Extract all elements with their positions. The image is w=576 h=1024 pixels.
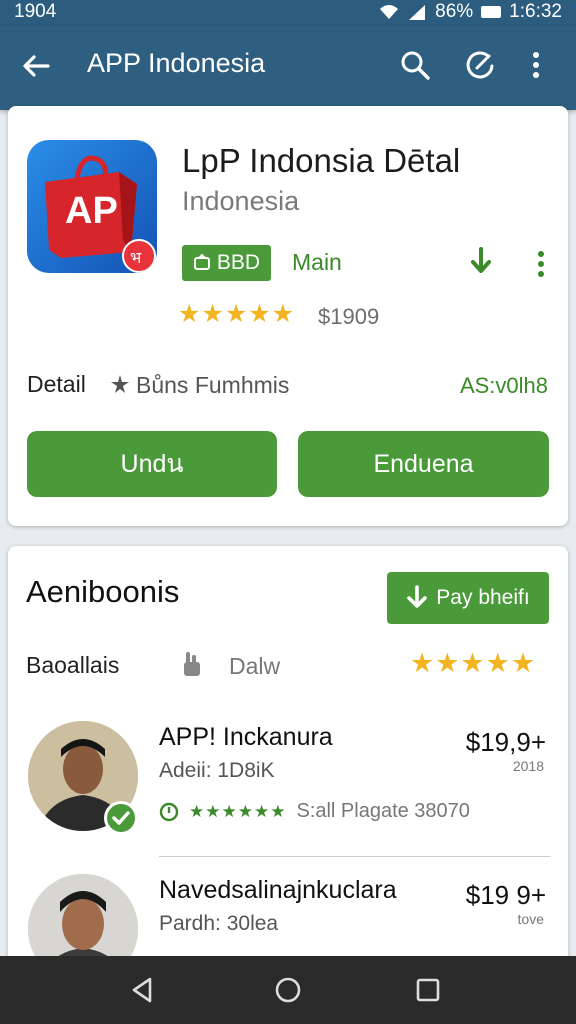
detail-text: Bůns Fumhmis (136, 372, 290, 398)
app-icon[interactable]: AP भ (27, 140, 157, 273)
item-subtitle: Pardh: 30lea (159, 912, 279, 935)
sort-label: Baoallais (26, 652, 120, 678)
status-time-right: 1:6:32 (509, 1, 562, 22)
item-meta-stars: ★★★★★★ (189, 801, 287, 821)
detail-label: Detail (27, 371, 86, 397)
back-arrow-icon[interactable] (20, 50, 52, 82)
section-rating-stars: ★★★★★ (410, 648, 537, 678)
item-price-sub: tove (517, 911, 544, 927)
item-subtitle: Adeii: 1D8iK (159, 759, 275, 782)
app-bar: APP Indonesia (0, 26, 576, 110)
download-arrow-icon (407, 585, 428, 608)
open-button[interactable]: Enduena (298, 431, 549, 497)
status-time-left: 1904 (14, 1, 57, 22)
app-bar-title: APP Indonesia (87, 48, 266, 78)
nav-recents-icon[interactable] (412, 974, 444, 1006)
divider (159, 856, 550, 857)
item-price: $19 9+ (465, 880, 546, 910)
app-rating-stars: ★★★★★ (178, 300, 296, 328)
clock-icon (159, 802, 179, 821)
sort-value[interactable]: Dalw (229, 653, 280, 680)
section-title: Aeniboonis (26, 574, 180, 609)
edit-icon[interactable] (463, 48, 497, 82)
app-price: $1909 (318, 304, 380, 329)
battery-percent: 86% (435, 1, 474, 22)
search-icon[interactable] (398, 48, 432, 82)
item-name: Navedsalinajnkuclara (159, 876, 397, 904)
hand-icon[interactable] (180, 650, 204, 678)
main-link[interactable]: Main (292, 249, 342, 276)
item-name: APP! Inckanura (159, 723, 333, 751)
category-badge-label: BBD (216, 251, 261, 274)
play-button[interactable]: Pay bheifı (387, 572, 549, 624)
app-icon-badge: भ (130, 250, 142, 267)
item-price: $19,9+ (465, 727, 546, 757)
reviews-card: Aeniboonis Pay bheifı Baoallais Dalw ★★★… (8, 546, 568, 984)
wifi-icon (380, 5, 399, 19)
more-vert-icon[interactable] (527, 48, 545, 82)
play-button-label: Pay bheifı (436, 586, 530, 609)
navigation-bar (0, 956, 576, 1024)
version-text: AS:v0lh8 (459, 373, 548, 398)
app-detail-card: AP भ LpP Indonsia Dētal Indonesia BBD Ma… (8, 106, 568, 526)
more-options-icon[interactable] (534, 248, 548, 280)
nav-home-icon[interactable] (272, 974, 304, 1006)
verified-check-icon (104, 801, 138, 835)
install-button[interactable]: Undน (27, 431, 277, 497)
star-small-icon (111, 375, 129, 393)
tag-icon (193, 254, 210, 270)
item-price-sub: 2018 (512, 758, 544, 774)
battery-icon (481, 6, 502, 18)
status-bar: 1904 86% 1:6:32 (0, 0, 576, 26)
item-meta-text: S:all Plagate 38070 (296, 800, 470, 822)
app-name: LpP Indonsia Dētal (182, 142, 461, 179)
item-meta: ★★★★★★ S:all Plagate 38070 (159, 800, 470, 823)
signal-icon (409, 5, 426, 20)
category-badge[interactable]: BBD (182, 245, 271, 281)
app-subtitle: Indonesia (182, 186, 300, 216)
app-icon-text: AP (65, 190, 118, 232)
download-icon[interactable] (468, 246, 494, 278)
nav-back-icon[interactable] (126, 974, 158, 1006)
list-item[interactable]: APP! Inckanura Adeii: 1D8iK ★★★★★★ S:all… (26, 721, 550, 861)
